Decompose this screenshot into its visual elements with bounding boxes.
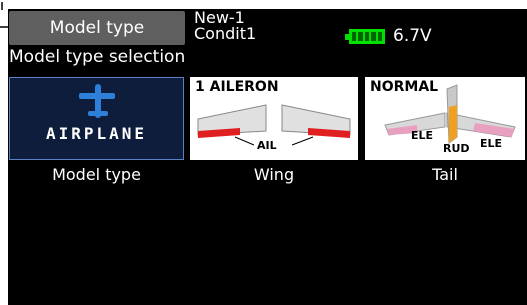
model-info: New-1 Condit1 [194,10,256,42]
battery-icon [345,28,385,44]
screen: Model type New-1 Condit1 6.7V Model type… [8,9,527,305]
tail-type-text: NORMAL [370,79,439,95]
elevator-left-label: ELE [411,129,434,142]
model-type-tile[interactable]: AIRPLANE [9,77,184,160]
aileron-label: AIL [257,139,277,152]
tail-tile[interactable]: NORMAL ELE RUD ELE [365,77,525,160]
wing-tile[interactable]: 1 AILERON AIL [190,77,358,160]
rudder-label: RUD [443,142,470,155]
screen-title: Model type [49,18,145,38]
airplane-icon [79,84,115,118]
battery-voltage: 6.7V [393,26,432,46]
condition-name: Condit1 [194,24,257,43]
wing-type-text: 1 AILERON [195,79,279,95]
battery-status: 6.7V [345,26,432,46]
elevator-right-label: ELE [480,137,503,150]
tail-label: Tail [432,165,458,184]
section-subtitle: Model type selection [9,47,186,67]
model-type-label: Model type [52,165,141,184]
airplane-text: AIRPLANE [45,124,148,143]
screen-title-tab[interactable]: Model type [9,11,185,45]
wing-label: Wing [253,165,295,184]
